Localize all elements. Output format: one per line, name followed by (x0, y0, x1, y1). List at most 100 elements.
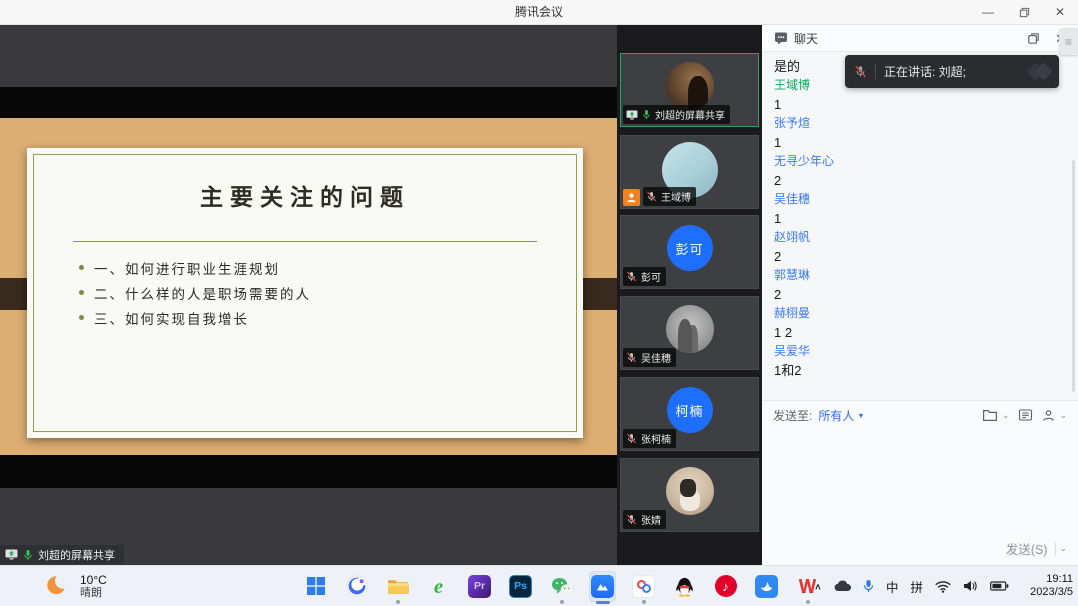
host-badge (623, 189, 640, 206)
rings-app-icon (632, 575, 655, 598)
participant-label: 彭可 (623, 267, 666, 286)
avatar (666, 62, 714, 110)
bullet-dot (79, 315, 84, 320)
dropdown-arrow-icon: ▼ (858, 411, 865, 419)
running-indicator (560, 600, 564, 604)
restore-icon (1019, 7, 1030, 18)
folder-icon (387, 578, 409, 595)
ie-icon: e (427, 575, 450, 598)
xunlei-bird-icon (755, 575, 778, 598)
video-tile-wujiasui[interactable]: 吴佳穗 (620, 296, 759, 370)
restore-button[interactable] (1016, 0, 1032, 25)
slide-letterbox-bottom (0, 455, 617, 488)
screen-share-icon (626, 110, 638, 120)
window-title: 腾讯会议 (0, 0, 1078, 25)
browser-app[interactable] (343, 571, 370, 602)
video-tile-zhangkenan[interactable]: 柯楠 张柯楠 (620, 377, 759, 451)
video-tile-liuchao[interactable]: 刘超的屏幕共享 (620, 53, 759, 127)
qq-app[interactable] (671, 571, 698, 602)
wifi-icon[interactable] (935, 580, 951, 593)
bullet-dot (79, 290, 84, 295)
chevron-down-icon[interactable]: ⌄ (1059, 543, 1067, 554)
file-icon[interactable] (982, 408, 998, 422)
chat-scrollbar[interactable] (1072, 160, 1075, 392)
chevron-down-icon[interactable]: ⌄ (1002, 410, 1010, 421)
weather-condition: 晴朗 (80, 587, 107, 600)
mention-person-icon[interactable] (1042, 409, 1055, 422)
weather-temp: 10°C (80, 573, 107, 587)
system-tray: ∧ 中 拼 19:11 2023/3/5 (814, 566, 1073, 606)
window-controls: — ✕ (980, 0, 1068, 25)
chat-message: 1 (774, 95, 1066, 114)
close-button[interactable]: ✕ (1052, 0, 1068, 25)
slide-bullet: 二、什么样的人是职场需要的人 (79, 280, 311, 305)
internet-explorer-app[interactable]: e (425, 571, 452, 602)
slide-letterbox-top (0, 87, 617, 118)
cloud-icon[interactable] (834, 580, 851, 592)
battery-icon[interactable] (990, 581, 1009, 591)
chat-message: 2 (774, 171, 1066, 190)
screen-share-icon (5, 549, 18, 560)
photoshop-app[interactable]: Ps (507, 571, 534, 602)
avatar: 彭可 (667, 225, 713, 271)
photoshop-icon: Ps (509, 575, 532, 598)
chat-message-list: 是的 王域博 1 张予煊 1 无寻少年心 2 吴佳穗 1 赵翊帆 2 郭慧琳 2… (762, 52, 1078, 400)
qq-penguin-icon (675, 576, 694, 597)
ime-pinyin-indicator[interactable]: 拼 (910, 577, 923, 596)
video-tile-pengke[interactable]: 彭可 彭可 (620, 215, 759, 289)
chat-sender-name: 郭慧琳 (774, 266, 1066, 285)
mic-tray-icon[interactable] (863, 579, 874, 593)
chat-sender-name: 张予煊 (774, 114, 1066, 133)
start-button[interactable] (302, 571, 329, 602)
chat-title: 聊天 (794, 30, 818, 47)
netease-music-app[interactable]: ♪ (712, 571, 739, 602)
tencent-meeting-app[interactable] (589, 571, 616, 602)
participant-label: 张柯楠 (623, 429, 676, 448)
mic-muted-icon (646, 191, 657, 202)
popout-icon[interactable] (1027, 32, 1040, 45)
xunlei-app[interactable] (753, 571, 780, 602)
send-button[interactable]: 发送(S) (1006, 539, 1048, 558)
premiere-app[interactable]: Pr (466, 571, 493, 602)
tencent-meeting-window: 腾讯会议 — ✕ 主要关注的问题 一、如何进行职业生涯规划 二、什么样的人是职场… (0, 0, 1078, 606)
tencent-meeting-icon (591, 575, 614, 598)
tray-clock[interactable]: 19:11 2023/3/5 (1021, 573, 1073, 600)
send-divider (1055, 542, 1056, 556)
video-tile-zhangjing[interactable]: 张婧 (620, 458, 759, 532)
ime-language-indicator[interactable]: 中 (886, 577, 899, 596)
participant-label: 王域博 (643, 187, 696, 206)
send-to-label: 发送至: (773, 407, 812, 424)
music-note-icon: ♪ (715, 575, 737, 597)
premiere-icon: Pr (468, 575, 491, 598)
slide-bullet: 一、如何进行职业生涯规划 (79, 255, 311, 280)
chat-sender-name: 吴爱华 (774, 342, 1066, 361)
avatar (666, 467, 714, 515)
windows-logo-icon (307, 577, 325, 595)
participant-label: 张婧 (623, 510, 666, 529)
taskbar-dock: e Pr Ps (302, 566, 821, 606)
send-to-dropdown[interactable]: 所有人 ▼ (818, 407, 865, 424)
panel-collapse-handle[interactable]: ≡ (1059, 28, 1078, 55)
chat-sender-name: 吴佳穗 (774, 190, 1066, 209)
tray-expand-icon[interactable]: ∧ (814, 581, 822, 591)
chat-input-area[interactable]: 发送(S) ⌄ (762, 429, 1078, 565)
file-explorer-app[interactable] (384, 571, 411, 602)
video-tile-wangyubo[interactable]: 王域博 (620, 135, 759, 209)
participant-label: 刘超的屏幕共享 (623, 105, 730, 124)
running-indicator (396, 600, 400, 604)
running-indicator (642, 600, 646, 604)
minimize-button[interactable]: — (980, 0, 996, 25)
chat-panel: 聊天 ✕ 是的 王域博 1 张予煊 1 无寻少年心 2 吴佳穗 1 赵翊帆 2 … (762, 25, 1078, 565)
volume-icon[interactable] (963, 580, 978, 592)
chevron-down-icon[interactable]: ⌄ (1059, 410, 1067, 421)
screenshot-icon[interactable] (1018, 408, 1033, 422)
mic-muted-icon (626, 514, 637, 525)
chat-message: 1 2 (774, 323, 1066, 342)
presentation-slide: 主要关注的问题 一、如何进行职业生涯规划 二、什么样的人是职场需要的人 三、如何… (27, 148, 583, 438)
wechat-app[interactable] (548, 571, 575, 602)
chat-message: 1和2 (774, 361, 1066, 380)
rings-app[interactable] (630, 571, 657, 602)
slide-bullet: 三、如何实现自我增长 (79, 305, 311, 330)
weather-widget[interactable]: 10°C 晴朗 (47, 566, 107, 606)
mic-on-icon (23, 549, 33, 561)
